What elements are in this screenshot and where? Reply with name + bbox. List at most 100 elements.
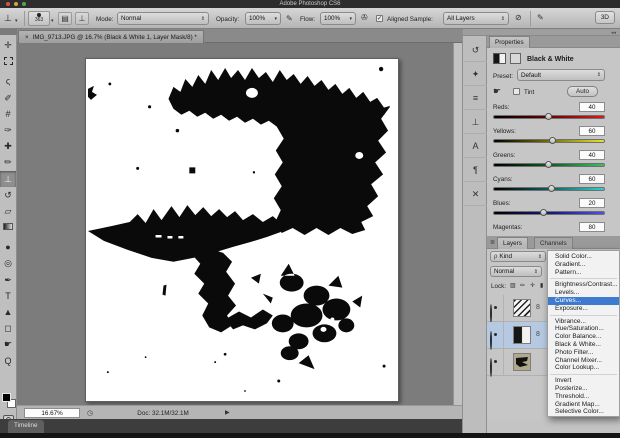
tool-lasso[interactable]: ς	[0, 73, 16, 89]
history-panel-icon[interactable]: ↺	[464, 39, 487, 62]
airbrush-icon[interactable]: ✇	[361, 13, 368, 22]
lock-position-icon[interactable]: ✛	[530, 282, 535, 289]
menu-item-exposure[interactable]: Exposure...	[548, 305, 619, 313]
menu-item-selective-color[interactable]: Selective Color...	[548, 408, 619, 416]
notes-panel-icon[interactable]: ✕	[464, 183, 487, 206]
layer-visibility-eye-icon[interactable]	[490, 358, 492, 377]
flow-dropdown[interactable]: 100% ▾	[320, 12, 356, 25]
toggle-brush-panel-icon[interactable]: ▤	[58, 12, 72, 25]
tool-quick-selection[interactable]: ✐	[0, 90, 16, 106]
layer-visibility-eye-icon[interactable]	[490, 331, 492, 350]
menu-item-brightness-contrast[interactable]: Brightness/Contrast...	[548, 281, 619, 289]
slider-value[interactable]: 40	[579, 102, 605, 112]
filter-kind-dropdown[interactable]: ρ Kind ⇕	[490, 251, 546, 262]
slider-value[interactable]: 60	[579, 126, 605, 136]
tab-properties[interactable]: Properties	[489, 36, 530, 48]
slider-thumb[interactable]	[549, 137, 556, 144]
tool-brush[interactable]: ✏	[0, 154, 16, 170]
lock-pixels-icon[interactable]: ✏	[520, 282, 525, 289]
slider-value[interactable]: 40	[579, 150, 605, 160]
sample-dropdown[interactable]: All Layers ⇕	[443, 12, 509, 25]
tool-preset-arrow-icon[interactable]: ▾	[15, 18, 18, 24]
black-white-layer-thumbnail[interactable]	[513, 326, 531, 344]
image-canvas[interactable]	[85, 58, 399, 402]
tool-crop[interactable]: #	[0, 106, 16, 122]
slider-thumb[interactable]	[547, 185, 555, 192]
status-options-arrow-icon[interactable]: ▶	[225, 409, 230, 416]
ignore-adjustment-layers-icon[interactable]: ⊘	[515, 13, 522, 22]
menu-item-invert[interactable]: Invert	[548, 377, 619, 385]
menu-item-levels[interactable]: Levels...	[548, 289, 619, 297]
yellows-slider[interactable]	[493, 137, 605, 144]
slider-value[interactable]: 60	[579, 174, 605, 184]
panel-dock-header[interactable]: ◂◂	[487, 29, 620, 36]
eye-cell[interactable]	[487, 295, 504, 323]
menu-item-black-white[interactable]: Black & White...	[548, 341, 619, 349]
clone-source-panel-icon[interactable]: ⊥	[464, 111, 487, 134]
reds-slider[interactable]	[493, 113, 605, 120]
blend-mode-dropdown[interactable]: Normal ⇕	[490, 266, 542, 277]
clone-source-panel-icon[interactable]: ⊥	[75, 12, 89, 25]
vertical-scrollbar[interactable]	[453, 43, 462, 405]
adjustment-layer-thumbnail[interactable]	[513, 299, 531, 317]
slider-value[interactable]: 20	[579, 198, 605, 208]
tool-ellipse-shape[interactable]: ◻	[0, 320, 16, 336]
slider-thumb[interactable]	[544, 113, 552, 120]
tool-hand[interactable]: ☛	[0, 336, 16, 352]
menu-item-color-lookup[interactable]: Color Lookup...	[548, 364, 619, 372]
tool-spot-healing-brush[interactable]: ✚	[0, 138, 16, 154]
tool-history-brush[interactable]: ↺	[0, 187, 16, 203]
menu-item-gradient-map[interactable]: Gradient Map...	[548, 401, 619, 409]
auto-button[interactable]: Auto	[567, 86, 598, 97]
slider-value[interactable]: 80	[579, 222, 605, 232]
tool-eyedropper[interactable]: ✑	[0, 122, 16, 138]
blues-slider[interactable]	[493, 209, 605, 216]
tablet-size-icon[interactable]: ✎	[537, 13, 544, 22]
targeted-adjustment-icon[interactable]: ☛	[493, 86, 501, 97]
tool-rectangular-marquee[interactable]	[0, 57, 16, 73]
tool-move[interactable]: ✛	[0, 37, 16, 53]
eye-cell[interactable]	[487, 349, 504, 377]
character-panel-icon[interactable]: A	[464, 135, 487, 158]
tool-zoom[interactable]: Q	[0, 353, 16, 369]
lock-all-icon[interactable]: ▮	[540, 282, 543, 289]
menu-item-posterize[interactable]: Posterize...	[548, 385, 619, 393]
tablet-opacity-icon[interactable]: ✎	[286, 14, 293, 23]
zoom-level-field[interactable]: 16.67%	[24, 408, 80, 418]
foreground-color-swatch[interactable]	[2, 393, 11, 402]
close-tab-icon[interactable]: ×	[25, 34, 29, 41]
menu-item-gradient[interactable]: Gradient...	[548, 261, 619, 269]
brush-preset-picker[interactable]: 363	[28, 11, 50, 26]
background-layer-thumbnail[interactable]	[513, 353, 531, 371]
menu-item-curves-highlighted[interactable]: Curves...	[548, 296, 619, 305]
preset-dropdown[interactable]: Default ⇕	[517, 69, 605, 81]
tool-blur[interactable]: ●	[0, 239, 16, 255]
dock-header[interactable]	[463, 29, 488, 36]
tool-pen[interactable]: ✒	[0, 272, 16, 288]
adjustments-panel-icon[interactable]: ≡	[464, 87, 487, 110]
opacity-dropdown[interactable]: 100% ▾	[245, 12, 281, 25]
eye-cell[interactable]	[487, 322, 504, 350]
lock-transparency-icon[interactable]: ▨	[510, 282, 516, 289]
tint-checkbox[interactable]	[513, 88, 520, 95]
tool-path-selection[interactable]: ▲	[0, 304, 16, 320]
tab-channels[interactable]: Channels	[534, 237, 573, 249]
document-tab[interactable]: × IMG_9713.JPG @ 16.7% (Black & White 1,…	[18, 30, 204, 43]
tool-eraser[interactable]: ▱	[0, 203, 16, 219]
menu-item-channel-mixer[interactable]: Channel Mixer...	[548, 357, 619, 365]
clone-stamp-tool-icon[interactable]: ⊥	[4, 13, 12, 24]
menu-item-color-balance[interactable]: Color Balance...	[548, 333, 619, 341]
cyans-slider[interactable]	[493, 185, 605, 192]
layer-visibility-eye-icon[interactable]	[490, 304, 492, 323]
slider-thumb[interactable]	[544, 161, 552, 168]
greens-slider[interactable]	[493, 161, 605, 168]
mode-dropdown[interactable]: Normal ⇕	[117, 12, 209, 25]
tool-gradient[interactable]	[0, 223, 16, 239]
menu-item-photo-filter[interactable]: Photo Filter...	[548, 349, 619, 357]
slider-thumb[interactable]	[540, 209, 548, 216]
menu-item-vibrance[interactable]: Vibrance...	[548, 318, 619, 326]
menu-item-threshold[interactable]: Threshold...	[548, 393, 619, 401]
menu-item-solid-color[interactable]: Solid Color...	[548, 253, 619, 261]
tool-type[interactable]: T	[0, 288, 16, 304]
paragraph-panel-icon[interactable]: ¶	[464, 159, 487, 182]
